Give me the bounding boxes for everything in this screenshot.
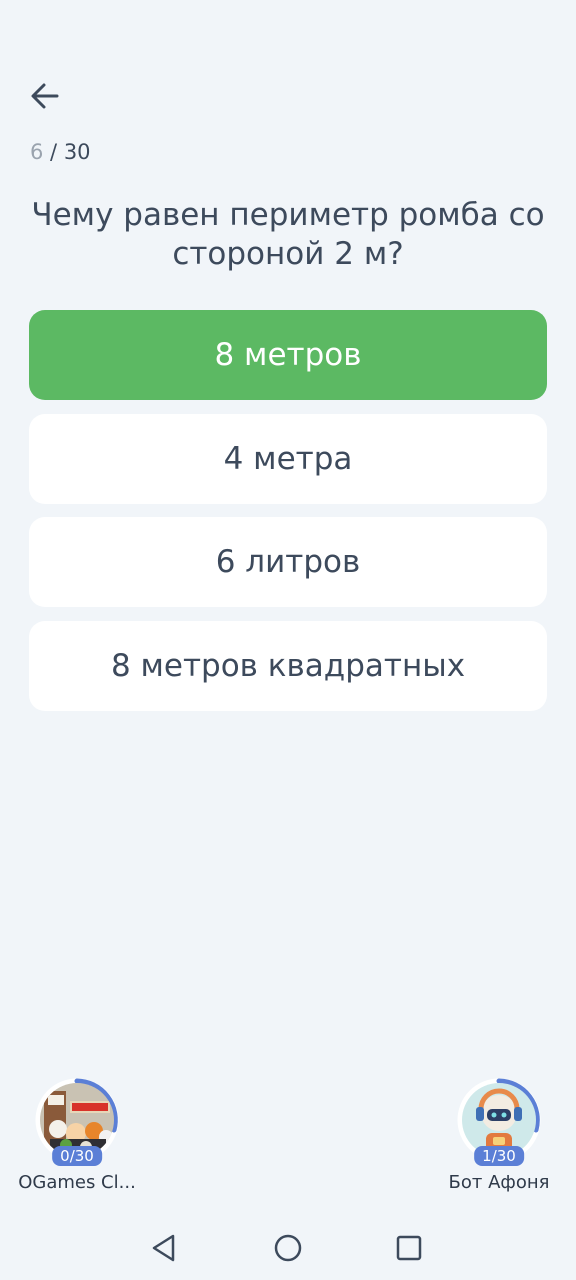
question-text: Чему равен периметр ромба со стороной 2 …: [31, 197, 545, 272]
arrow-left-icon: [31, 83, 59, 109]
nav-back-button[interactable]: [146, 1230, 182, 1266]
answer-option-1[interactable]: 8 метров: [29, 310, 547, 400]
player-name: Бот Афоня: [448, 1172, 550, 1193]
triangle-back-icon: [152, 1234, 175, 1262]
circle-home-icon: [274, 1234, 302, 1262]
square-recents-icon: [396, 1235, 422, 1261]
player-bot: 1/30 Бот Афоня: [424, 1078, 574, 1193]
answer-option-3[interactable]: 6 литров: [29, 517, 547, 607]
player-avatar-container: 1/30: [457, 1078, 541, 1166]
player-avatar-container: 0/30: [35, 1078, 119, 1166]
player-score-badge: 0/30: [52, 1146, 102, 1166]
question-counter: 6 / 30: [30, 140, 91, 164]
player-score-badge: 1/30: [474, 1146, 524, 1166]
nav-home-button[interactable]: [270, 1230, 306, 1266]
player-opponent: 0/30 OGames Cl...: [2, 1078, 152, 1193]
current-question-number: 6: [30, 140, 44, 164]
nav-recents-button[interactable]: [391, 1230, 427, 1266]
total-questions: 30: [63, 140, 91, 164]
answer-option-4[interactable]: 8 метров квадратных: [29, 620, 547, 711]
player-name: OGames Cl...: [18, 1172, 136, 1193]
back-button[interactable]: [26, 78, 64, 114]
answer-list: 8 метров 4 метра 6 литров 8 метров квадр…: [29, 310, 547, 724]
counter-separator: /: [43, 140, 64, 164]
system-navigation-bar: [0, 1218, 576, 1278]
answer-option-2[interactable]: 4 метра: [29, 413, 547, 504]
